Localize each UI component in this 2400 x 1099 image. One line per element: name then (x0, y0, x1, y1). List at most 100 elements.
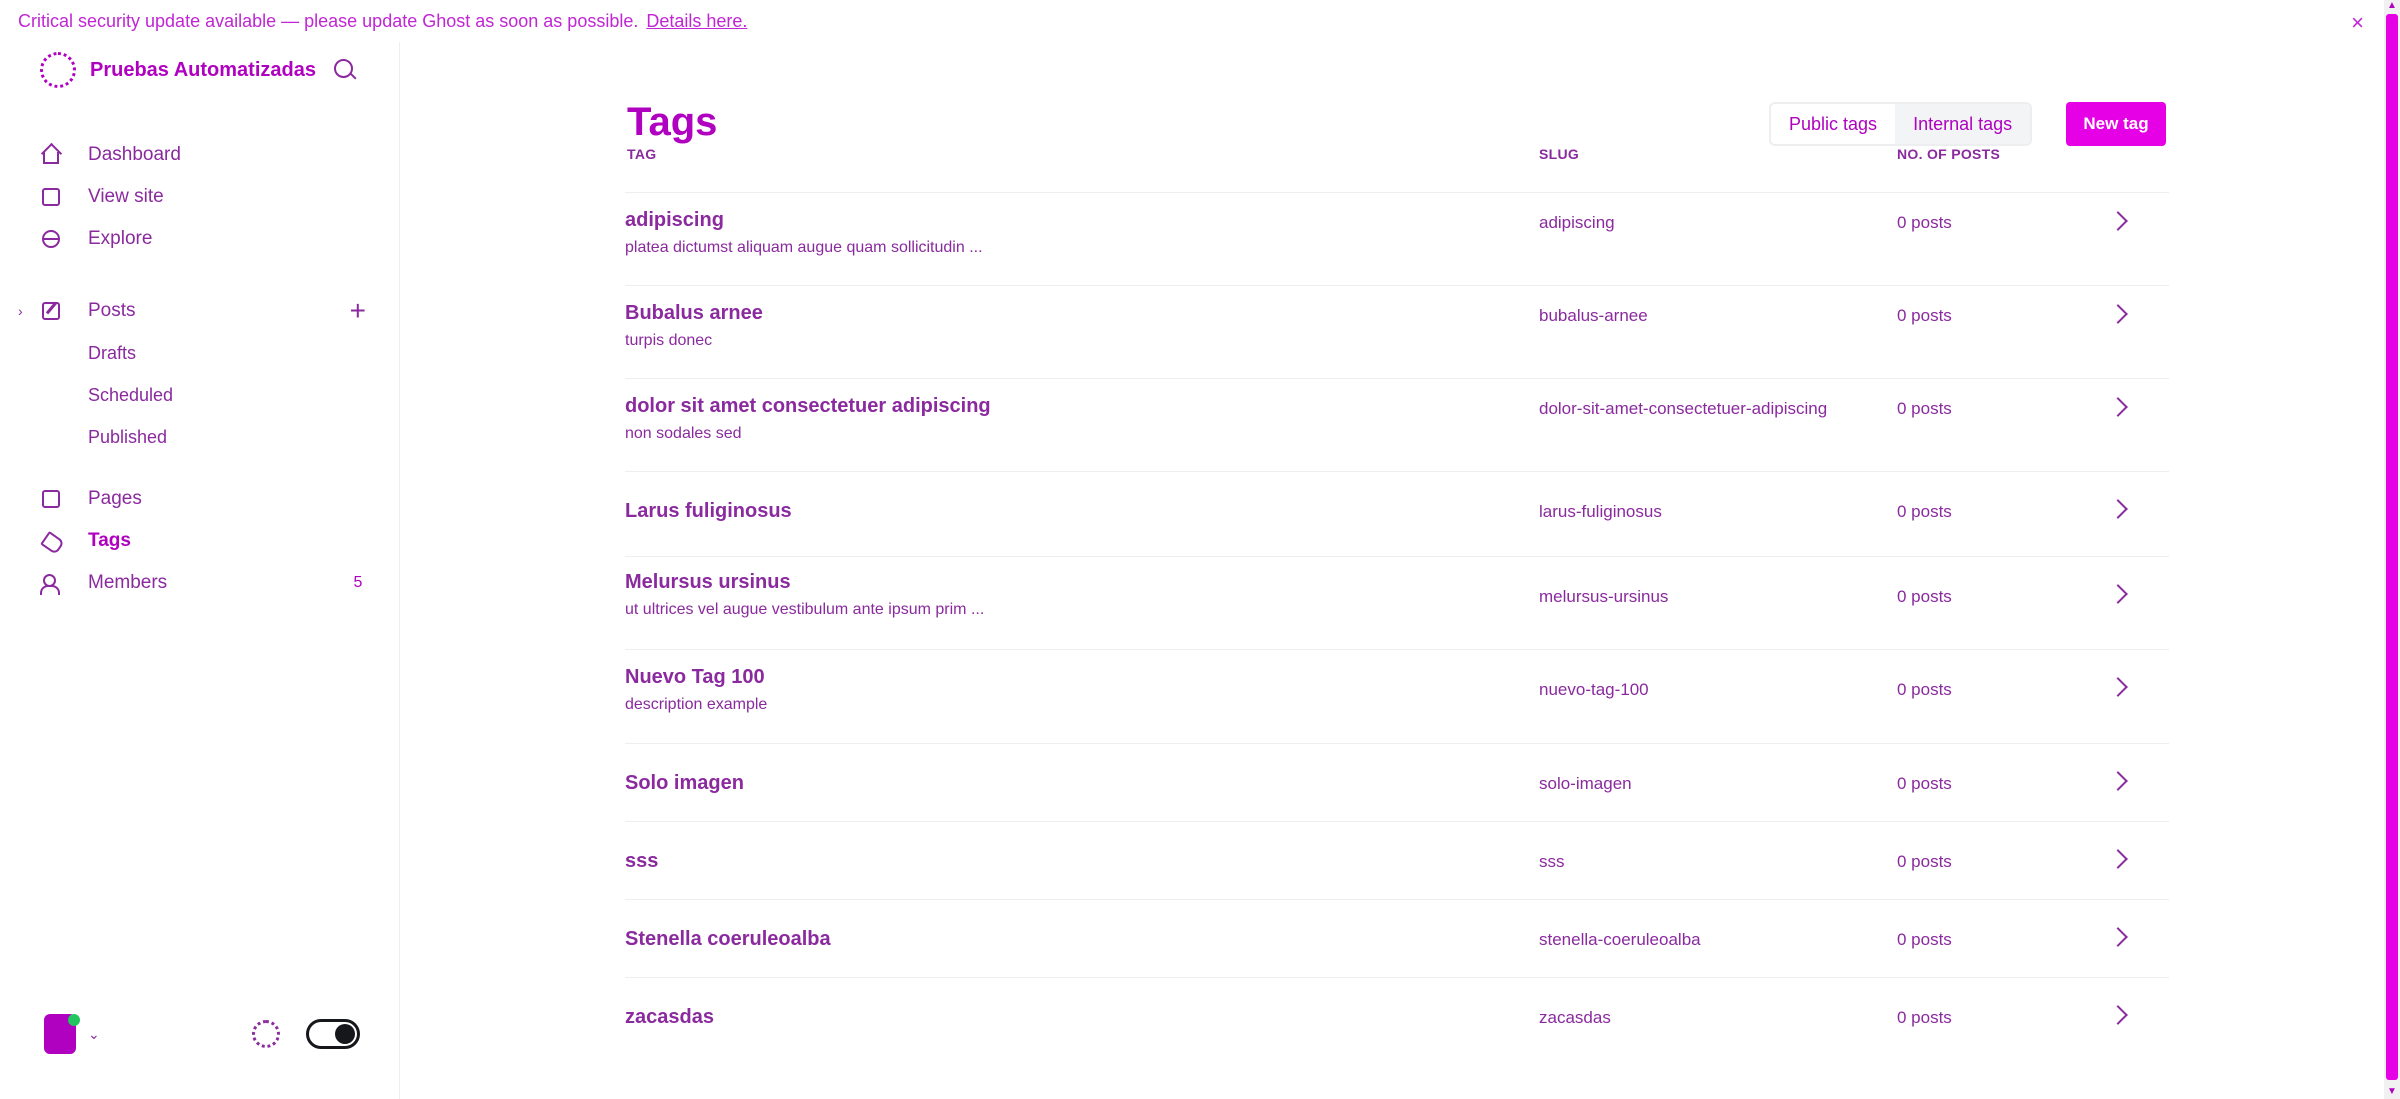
nav-posts-label: Posts (88, 300, 136, 321)
chevron-right-icon[interactable] (2108, 771, 2128, 791)
table-row[interactable]: dolor sit amet consectetuer adipiscing n… (625, 378, 2169, 471)
pages-icon (40, 488, 62, 510)
nav-members[interactable]: Members 5 (40, 562, 370, 604)
tag-post-count: 0 posts (1897, 306, 1952, 325)
site-title: Pruebas Automatizadas (90, 58, 316, 81)
tag-slug: adipiscing (1539, 213, 1615, 232)
tag-slug: melursus-ursinus (1539, 587, 1669, 606)
nav-dashboard-label: Dashboard (88, 144, 181, 165)
chevron-right-icon[interactable] (2108, 849, 2128, 869)
banner-close-icon[interactable]: × (2351, 10, 2364, 36)
chevron-right-icon[interactable] (2108, 211, 2128, 231)
table-row[interactable]: Solo imagen solo-imagen 0 posts (625, 743, 2169, 821)
chevron-right-icon[interactable] (2108, 1005, 2128, 1025)
primary-nav: Dashboard View site Explore (40, 134, 370, 260)
view-site-icon (40, 186, 62, 208)
table-row[interactable]: zacasdas zacasdas 0 posts (625, 977, 2169, 1055)
tag-post-count: 0 posts (1897, 930, 1952, 949)
home-icon (40, 144, 62, 166)
site-header[interactable]: Pruebas Automatizadas (40, 48, 360, 92)
secondary-nav: Pages Tags Members 5 (40, 478, 370, 604)
nav-drafts[interactable]: Drafts (40, 332, 370, 374)
tag-type-tabs: Public tags Internal tags (1769, 102, 2033, 146)
main-content: Tags Public tags Internal tags New tag T… (401, 42, 2400, 1099)
tag-description: platea dictumst aliquam augue quam solli… (625, 239, 983, 256)
nav-members-label: Members (88, 572, 168, 593)
tag-post-count: 0 posts (1897, 399, 1952, 418)
posts-icon (40, 300, 62, 322)
tag-name: sss (625, 850, 659, 872)
tab-internal-tags[interactable]: Internal tags (1895, 104, 2031, 144)
tag-description: turpis donec (625, 332, 713, 349)
security-banner: Critical security update available — ple… (0, 0, 2400, 42)
tag-description: non sodales sed (625, 425, 742, 442)
chevron-right-icon[interactable] (2108, 397, 2128, 417)
tag-slug: zacasdas (1539, 1008, 1611, 1027)
scrollbar-thumb[interactable] (2386, 14, 2398, 1080)
nav-scheduled[interactable]: Scheduled (40, 374, 370, 416)
sidebar: Pruebas Automatizadas Dashboard View sit… (0, 42, 400, 1099)
avatar[interactable] (44, 1014, 80, 1054)
table-row[interactable]: Larus fuliginosus larus-fuliginosus 0 po… (625, 471, 2169, 556)
tag-post-count: 0 posts (1897, 680, 1952, 699)
nav-explore-label: Explore (88, 228, 153, 249)
chevron-right-icon[interactable] (2108, 927, 2128, 947)
chevron-right-icon[interactable] (2108, 584, 2128, 604)
add-post-icon[interactable]: + (350, 297, 366, 325)
tag-post-count: 0 posts (1897, 774, 1952, 793)
table-row[interactable]: Melursus ursinus ut ultrices vel augue v… (625, 556, 2169, 649)
table-row[interactable]: Nuevo Tag 100 description example nuevo-… (625, 649, 2169, 743)
dark-mode-toggle[interactable] (306, 1019, 360, 1049)
globe-icon (40, 228, 62, 250)
table-row[interactable]: sss sss 0 posts (625, 821, 2169, 899)
tag-post-count: 0 posts (1897, 1008, 1952, 1027)
tag-name: Bubalus arnee (625, 302, 763, 324)
chevron-right-icon[interactable] (2108, 304, 2128, 324)
nav-tags[interactable]: Tags (40, 520, 370, 562)
banner-text: Critical security update available — ple… (18, 10, 639, 31)
tag-name: zacasdas (625, 1006, 714, 1028)
content-nav: › Posts + Drafts Scheduled Published (18, 290, 370, 458)
tab-public-tags[interactable]: Public tags (1771, 104, 1895, 144)
gear-icon[interactable] (252, 1020, 280, 1048)
table-row[interactable]: adipiscing platea dictumst aliquam augue… (625, 192, 2169, 285)
page-title: Tags (627, 100, 718, 144)
tag-slug: larus-fuliginosus (1539, 502, 1662, 521)
nav-explore[interactable]: Explore (40, 218, 370, 260)
tag-slug: nuevo-tag-100 (1539, 680, 1649, 699)
nav-pages[interactable]: Pages (40, 478, 370, 520)
members-count-badge: 5 (353, 574, 363, 591)
tag-slug: sss (1539, 852, 1565, 871)
table-row[interactable]: Stenella coeruleoalba stenella-coeruleoa… (625, 899, 2169, 977)
tag-slug: bubalus-arnee (1539, 306, 1648, 325)
column-header-posts: NO. OF POSTS (1897, 146, 2001, 162)
nav-posts[interactable]: › Posts + (18, 290, 370, 332)
banner-details-link[interactable]: Details here. (646, 11, 747, 32)
tag-slug: solo-imagen (1539, 774, 1632, 793)
tags-table: adipiscing platea dictumst aliquam augue… (625, 192, 2169, 1055)
nav-view-site-label: View site (88, 186, 164, 207)
scroll-up-icon[interactable]: ▲ (2386, 0, 2398, 12)
scroll-down-icon[interactable]: ▼ (2386, 1086, 2398, 1098)
tag-name: Larus fuliginosus (625, 500, 792, 522)
table-row[interactable]: Bubalus arnee turpis donec bubalus-arnee… (625, 285, 2169, 378)
tag-name: Stenella coeruleoalba (625, 928, 831, 950)
members-icon (40, 572, 62, 595)
tag-name: Nuevo Tag 100 (625, 666, 765, 688)
sidebar-footer: ⌄ (44, 1010, 364, 1058)
tag-name: Melursus ursinus (625, 571, 791, 593)
nav-dashboard[interactable]: Dashboard (40, 134, 370, 176)
tag-name: dolor sit amet consectetuer adipiscing (625, 395, 991, 417)
nav-tags-label: Tags (88, 530, 131, 551)
chevron-right-icon[interactable]: › (18, 303, 23, 319)
tag-post-count: 0 posts (1897, 213, 1952, 232)
nav-view-site[interactable]: View site (40, 176, 370, 218)
tag-slug: dolor-sit-amet-consectetuer-adipiscing (1539, 399, 1828, 418)
chevron-right-icon[interactable] (2108, 677, 2128, 697)
column-header-slug: SLUG (1539, 146, 1580, 162)
chevron-down-icon[interactable]: ⌄ (88, 1026, 100, 1043)
nav-published[interactable]: Published (40, 416, 370, 458)
search-icon[interactable] (330, 55, 360, 85)
chevron-right-icon[interactable] (2108, 499, 2128, 519)
new-tag-button[interactable]: New tag (2066, 102, 2166, 146)
